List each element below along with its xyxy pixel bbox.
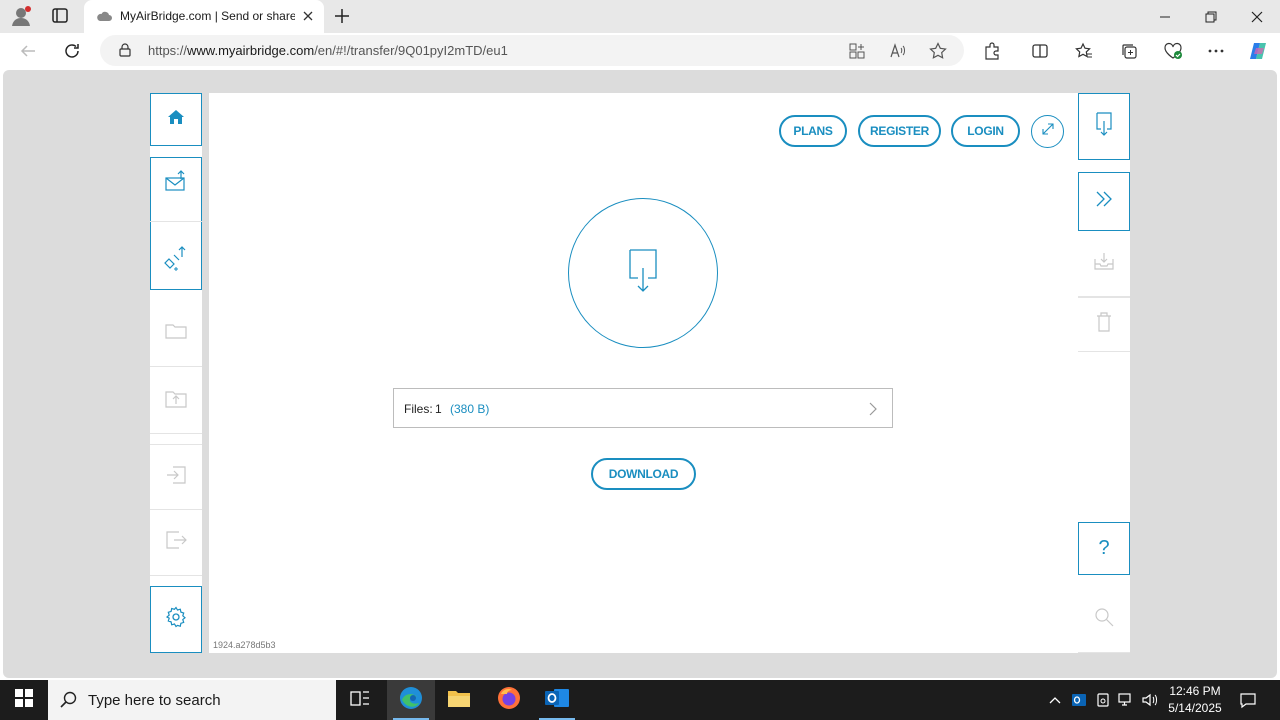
folder-icon — [165, 322, 187, 345]
download-button[interactable]: DOWNLOAD — [591, 458, 696, 490]
windows-taskbar: Type here to search 12:46 PM 5/14/2025 — [0, 680, 1280, 720]
clock-date: 5/14/2025 — [1168, 701, 1222, 715]
home-icon — [166, 107, 186, 132]
refresh-icon[interactable] — [60, 40, 84, 62]
minimize-icon[interactable] — [1142, 0, 1188, 33]
right-sidebar: ? — [1078, 93, 1130, 653]
outlook-icon — [544, 686, 570, 715]
folder-upload-icon — [165, 387, 187, 414]
search-side-button[interactable] — [1078, 587, 1130, 653]
files-count: 1 — [435, 402, 442, 416]
outlook-button[interactable] — [533, 680, 581, 720]
fullscreen-button[interactable] — [1031, 115, 1064, 148]
build-version: 1924.a278d5b3 — [213, 640, 276, 650]
double-chevron-right-icon — [1094, 190, 1114, 213]
download-side-button[interactable] — [1078, 93, 1130, 160]
help-button[interactable]: ? — [1078, 522, 1130, 575]
delete-side-button[interactable] — [1078, 297, 1130, 352]
home-button[interactable] — [150, 93, 202, 146]
inbox-download-icon — [1093, 251, 1115, 276]
search-placeholder: Type here to search — [88, 692, 221, 709]
question-mark-icon: ? — [1098, 537, 1110, 559]
divider — [150, 220, 202, 222]
favorites-icon[interactable] — [1072, 40, 1096, 62]
task-view-button[interactable] — [336, 680, 384, 720]
browser-tab-active[interactable]: MyAirBridge.com | Send or share — [84, 0, 324, 33]
edge-taskbar-button[interactable] — [387, 680, 435, 720]
file-explorer-button[interactable] — [435, 680, 483, 720]
edge-browser-icon — [398, 685, 424, 716]
browser-nav-bar: https://www.myairbridge.com/en/#!/transf… — [0, 33, 1280, 70]
expand-icon — [1040, 121, 1056, 142]
url-text[interactable]: https://www.myairbridge.com/en/#!/transf… — [148, 43, 508, 58]
app-available-icon[interactable] — [848, 42, 866, 60]
files-list-toggle[interactable]: Files: 1 (380 B) — [393, 388, 893, 428]
taskbar-clock[interactable]: 12:46 PM 5/14/2025 — [1160, 683, 1230, 717]
search-icon — [1093, 606, 1115, 633]
sign-out-icon — [165, 529, 187, 556]
back-icon[interactable] — [16, 40, 40, 62]
upload-folder-button[interactable] — [150, 367, 202, 434]
taskbar-search[interactable]: Type here to search — [48, 680, 336, 720]
new-tab-icon[interactable] — [332, 6, 352, 26]
forward-side-button[interactable] — [1078, 172, 1130, 231]
share-link-icon[interactable] — [164, 245, 188, 278]
close-window-icon[interactable] — [1234, 0, 1280, 33]
profile-icon[interactable] — [10, 5, 34, 27]
restore-icon[interactable] — [1188, 0, 1234, 33]
settings-button[interactable] — [150, 586, 202, 653]
split-screen-icon[interactable] — [1028, 40, 1052, 62]
read-aloud-icon[interactable] — [889, 42, 907, 60]
send-share-group — [150, 157, 202, 290]
login-button[interactable]: LOGIN — [951, 115, 1020, 147]
register-button[interactable]: REGISTER — [858, 115, 941, 147]
page-background: PLANS REGISTER LOGIN Files: 1 (380 B) DO… — [3, 70, 1277, 678]
clock-time: 12:46 PM — [1169, 684, 1221, 698]
gear-icon — [165, 606, 187, 633]
logout-side-button[interactable] — [150, 510, 202, 576]
folder-icon — [447, 688, 471, 713]
plans-button[interactable]: PLANS — [779, 115, 847, 147]
download-icon — [628, 248, 658, 299]
start-button[interactable] — [0, 680, 48, 720]
show-hidden-icons-icon[interactable] — [1046, 690, 1064, 710]
browser-tab-bar: MyAirBridge.com | Send or share — [0, 0, 1280, 33]
login-side-button[interactable] — [150, 444, 202, 510]
download-box-icon — [1095, 111, 1113, 142]
main-panel: PLANS REGISTER LOGIN Files: 1 (380 B) DO… — [209, 93, 1079, 653]
files-size: (380 B) — [450, 402, 490, 416]
firefox-button[interactable] — [485, 680, 533, 720]
save-to-storage-button[interactable] — [1078, 231, 1130, 297]
network-icon[interactable] — [1117, 690, 1135, 710]
extensions-icon[interactable] — [980, 40, 1004, 62]
tab-actions-icon[interactable] — [48, 6, 72, 26]
windows-logo-icon — [15, 688, 33, 712]
address-bar[interactable]: https://www.myairbridge.com/en/#!/transf… — [100, 35, 964, 66]
more-options-icon[interactable] — [1204, 40, 1228, 62]
lock-icon[interactable] — [118, 43, 132, 57]
sign-in-icon — [165, 464, 187, 491]
browser-essentials-icon[interactable] — [1161, 40, 1185, 62]
volume-icon[interactable] — [1141, 690, 1159, 710]
outlook-tray-icon[interactable] — [1070, 690, 1088, 710]
device-icon[interactable] — [1094, 690, 1112, 710]
firefox-icon — [497, 686, 521, 715]
copilot-icon[interactable] — [1246, 40, 1270, 62]
left-sidebar — [150, 93, 202, 653]
tab-close-icon[interactable] — [300, 8, 316, 24]
tab-title: MyAirBridge.com | Send or share — [120, 9, 295, 23]
files-label: Files: — [404, 402, 433, 416]
cloud-icon — [96, 9, 112, 23]
download-circle-button[interactable] — [568, 198, 718, 348]
task-view-icon — [350, 689, 370, 712]
notifications-icon[interactable] — [1238, 690, 1258, 710]
trash-icon — [1095, 311, 1113, 338]
favorite-star-icon[interactable] — [929, 42, 947, 60]
my-files-button[interactable] — [150, 300, 202, 367]
chevron-right-icon — [868, 402, 878, 416]
browser-viewport: PLANS REGISTER LOGIN Files: 1 (380 B) DO… — [0, 70, 1280, 720]
send-email-icon[interactable] — [164, 169, 188, 198]
collections-icon[interactable] — [1117, 40, 1141, 62]
search-icon — [60, 691, 78, 709]
